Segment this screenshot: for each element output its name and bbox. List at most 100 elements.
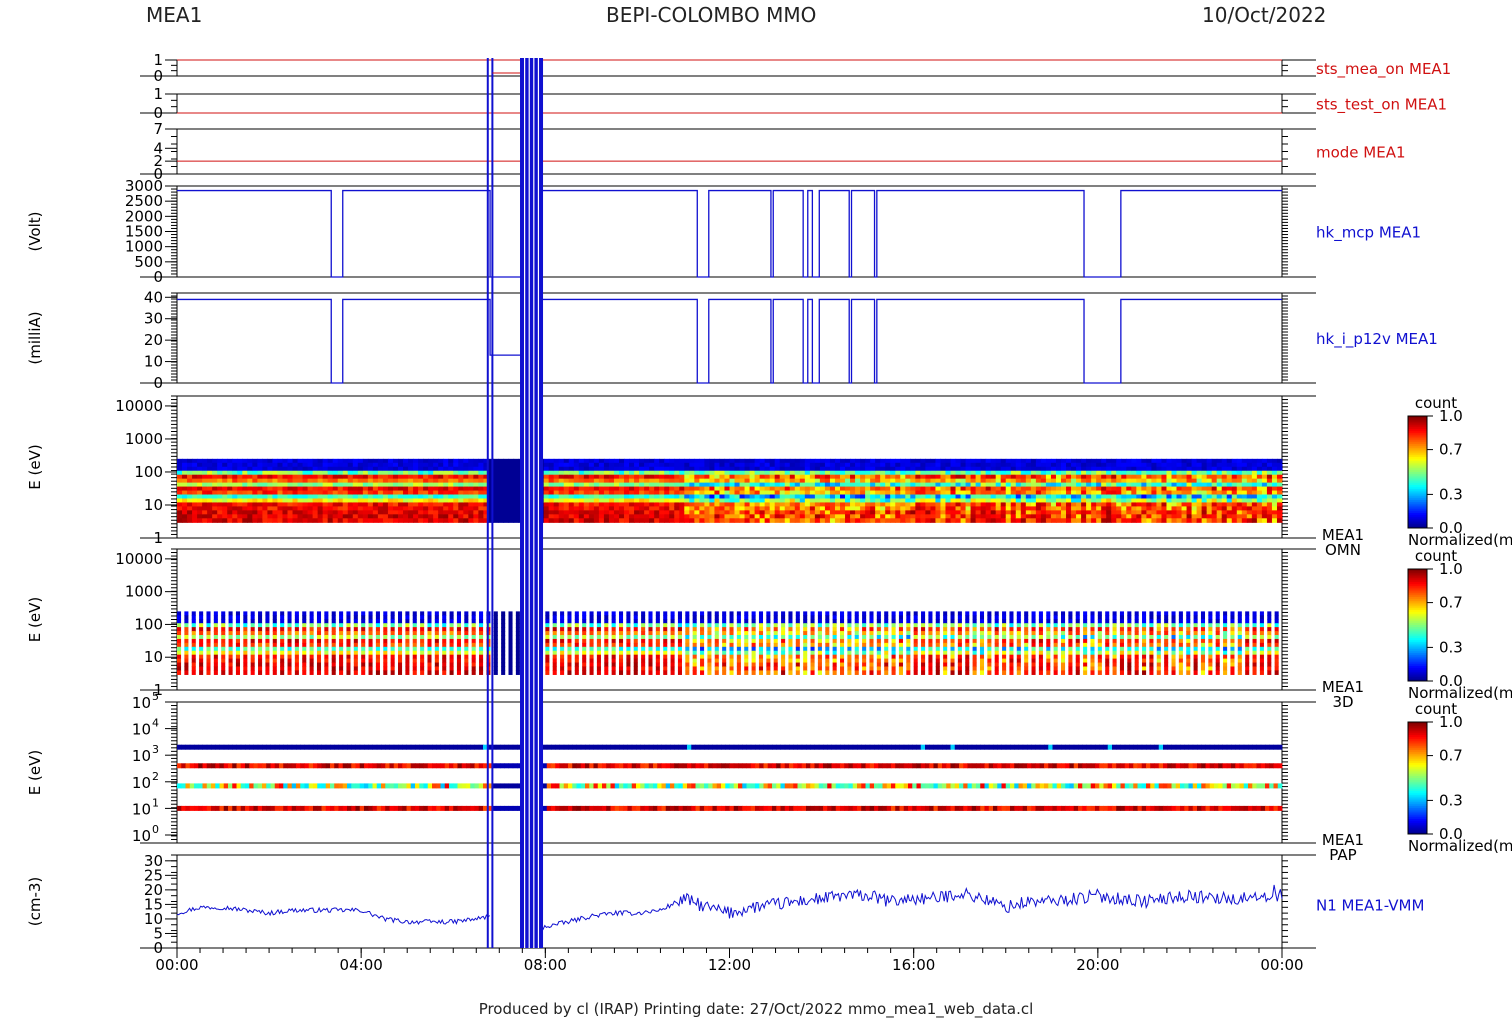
- spectro-cell: [1156, 490, 1163, 496]
- spectro-cell: [1261, 506, 1268, 511]
- spectro-cell: [814, 486, 821, 492]
- spectro-cell: [749, 462, 756, 468]
- spectro-cell: [890, 514, 896, 519]
- spectro-cell: [573, 466, 580, 472]
- spectro-cell: [375, 654, 380, 660]
- spectro-cell: [639, 486, 645, 492]
- spectro-cell: [664, 510, 670, 515]
- spectro-cell: [598, 490, 605, 496]
- spectro-cell: [789, 462, 796, 468]
- spectro-cell: [1171, 470, 1178, 476]
- spectro-cell: [1131, 506, 1137, 511]
- spectro-cell: [644, 478, 650, 484]
- spectro-cell: [297, 514, 304, 519]
- spectro-cell: [950, 506, 957, 511]
- spectro-cell: [900, 474, 906, 480]
- spectro-cell: [935, 514, 942, 519]
- spectro-cell: [1015, 498, 1022, 504]
- spectro-cell: [613, 486, 620, 492]
- spectro-cell: [613, 478, 620, 484]
- spectro-cell: [250, 611, 255, 616]
- spectro-cell: [1015, 466, 1022, 472]
- spectro-cell: [352, 486, 359, 492]
- spectro-cell: [567, 627, 572, 632]
- spectro-cell: [493, 631, 498, 636]
- spectro-cell: [611, 666, 616, 672]
- spectro-cell: [213, 666, 218, 672]
- spectro-cell: [478, 510, 484, 515]
- spectro-cell: [603, 518, 610, 523]
- spectro-cell: [317, 482, 324, 488]
- spectro-cell: [342, 482, 349, 488]
- spectro-cell: [545, 638, 550, 644]
- spectro-cell: [1211, 494, 1218, 500]
- spectro-cell: [850, 506, 856, 511]
- spectro-cell: [1045, 498, 1052, 504]
- spectro-cell: [619, 615, 624, 620]
- spectro-cell: [471, 615, 476, 620]
- spectro-cell: [670, 615, 675, 620]
- spectro-cell: [670, 631, 675, 636]
- spectro-cell: [648, 635, 653, 640]
- spectro-cell: [619, 510, 625, 515]
- spectro-cell: [692, 650, 697, 656]
- spectro-cell: [1116, 466, 1122, 472]
- spectro-cell: [794, 518, 801, 523]
- spectro-cell: [619, 654, 624, 660]
- spectro-cell: [372, 506, 379, 511]
- spectro-cell: [1151, 470, 1158, 476]
- spectro-cell: [337, 490, 344, 496]
- spectro-cell: [235, 615, 240, 620]
- spectro-cell: [468, 482, 474, 488]
- spectro-cell: [707, 642, 712, 648]
- spectro-cell: [593, 494, 600, 500]
- spectro-cell: [644, 506, 650, 511]
- spectro-cell: [900, 518, 906, 523]
- spectro-cell: [1236, 490, 1243, 496]
- spectro-cell: [1126, 474, 1132, 480]
- spectro-cell: [322, 506, 329, 511]
- spectro-cell: [1010, 518, 1017, 523]
- spectro-cell: [222, 494, 228, 500]
- spectro-cell: [543, 514, 550, 519]
- spectro-cell: [382, 502, 389, 507]
- spectro-cell: [648, 619, 653, 624]
- spectro-cell: [367, 498, 374, 504]
- spectro-cell: [375, 635, 380, 640]
- spectro-cell: [473, 466, 479, 472]
- spectro-cell: [1040, 462, 1047, 468]
- spectro-cell: [789, 498, 796, 504]
- spectro-cell: [221, 666, 226, 672]
- spectro-cell: [453, 510, 459, 515]
- spectro-cell: [1236, 466, 1243, 472]
- spectro-cell: [574, 650, 579, 656]
- spectro-cell: [309, 654, 314, 660]
- spectro-cell: [593, 518, 600, 523]
- spectro-cell: [182, 490, 188, 496]
- spectro-cell: [1181, 486, 1188, 492]
- spectro-cell: [362, 462, 369, 468]
- spectro-cell: [819, 486, 826, 492]
- spectro-cell: [353, 627, 358, 632]
- spectro-cell: [1035, 462, 1042, 468]
- spectro-cell: [754, 518, 761, 523]
- spectro-cell: [870, 506, 876, 511]
- spectro-cell: [649, 498, 655, 504]
- spectro-cell: [1176, 478, 1183, 484]
- spectro-cell: [596, 615, 601, 620]
- spectro-cell: [316, 662, 322, 668]
- spectro-cell: [312, 474, 319, 480]
- spectro-cell: [885, 482, 891, 488]
- spectro-cell: [375, 623, 380, 628]
- spectro-cell: [920, 486, 926, 492]
- spectro-cell: [1246, 498, 1253, 504]
- spectro-cell: [707, 615, 712, 620]
- spectro-cell: [860, 494, 866, 500]
- spectro-cell: [679, 514, 685, 519]
- spectro-cell: [243, 615, 248, 620]
- spectro-cell: [734, 466, 741, 472]
- spectro-cell: [558, 462, 565, 468]
- spectro-cell: [442, 666, 447, 672]
- spectro-cell: [619, 518, 625, 523]
- spectro-cell: [515, 666, 520, 672]
